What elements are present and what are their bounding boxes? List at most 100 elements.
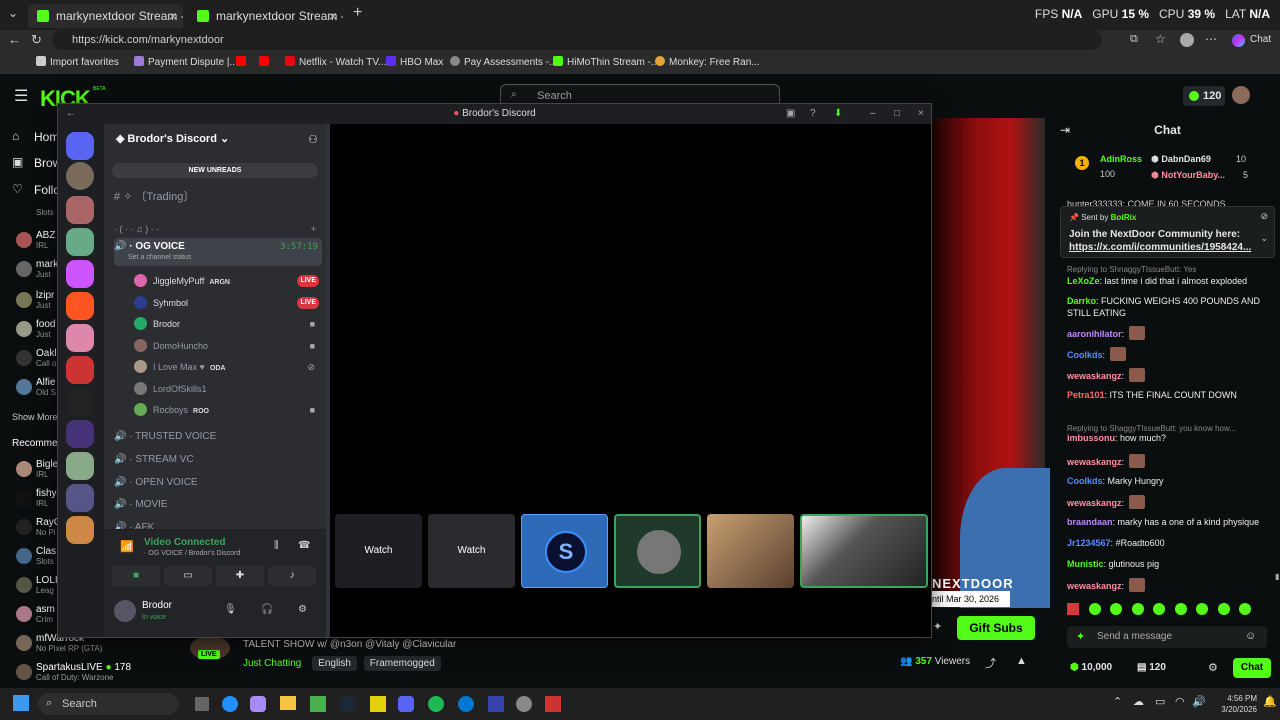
voice-member[interactable]: I Love Max ♥ ODA ⊘ bbox=[134, 358, 319, 376]
app-icon[interactable] bbox=[458, 696, 474, 712]
chat-username[interactable]: imbussonu bbox=[1067, 433, 1115, 443]
server-icon[interactable] bbox=[66, 260, 94, 288]
emote-icon[interactable] bbox=[1196, 603, 1209, 615]
add-channel-icon[interactable]: + bbox=[311, 220, 316, 238]
tag-chip[interactable]: Framemogged bbox=[363, 656, 441, 671]
gift-sparkle-icon[interactable]: ✦ bbox=[933, 620, 942, 633]
sidebar-channel[interactable]: Clas Slots bbox=[16, 546, 56, 566]
copilot-app-icon[interactable] bbox=[250, 696, 266, 712]
file-explorer-icon[interactable] bbox=[280, 696, 296, 710]
extensions-icon[interactable]: ⧉ bbox=[1130, 33, 1138, 46]
channel-status[interactable]: Set a channel status bbox=[128, 252, 191, 264]
download-icon[interactable]: ⬇ bbox=[834, 104, 842, 124]
chat-input[interactable]: Send a message bbox=[1067, 626, 1267, 648]
start-button[interactable] bbox=[13, 695, 29, 711]
leader-2[interactable]: ⬢ DabnDan69 10 bbox=[1151, 154, 1271, 165]
tray-chevron-icon[interactable]: ⌃ bbox=[1113, 695, 1122, 708]
server-icon[interactable] bbox=[66, 228, 94, 256]
server-icon[interactable] bbox=[66, 420, 94, 448]
direct-messages-icon[interactable] bbox=[66, 132, 94, 160]
noise-suppression-icon[interactable]: ⫼ bbox=[274, 540, 279, 551]
unpin-icon[interactable]: ⊘ bbox=[1260, 211, 1268, 222]
stream-video[interactable] bbox=[930, 118, 1050, 608]
discord-taskbar-icon[interactable] bbox=[398, 696, 414, 712]
server-icon[interactable] bbox=[66, 196, 94, 224]
emote-picker-icon[interactable]: ☺ bbox=[1245, 630, 1256, 642]
video-tile[interactable]: S bbox=[521, 514, 608, 588]
steam-icon[interactable] bbox=[340, 696, 356, 712]
sidebar-channel[interactable]: ABZ IRL bbox=[16, 230, 55, 250]
sidebar-channel[interactable]: mark Just bbox=[16, 259, 58, 279]
chat-username[interactable]: wewaskangz bbox=[1067, 457, 1122, 467]
wifi-icon[interactable]: ◠ bbox=[1175, 695, 1185, 708]
bookmark-monkey[interactable]: Monkey: Free Ran... bbox=[655, 56, 760, 70]
emote-icon[interactable] bbox=[1239, 603, 1252, 615]
back-icon[interactable]: ← bbox=[66, 104, 76, 124]
volume-icon[interactable]: 🔊 bbox=[1192, 695, 1206, 708]
emote-icon[interactable] bbox=[1131, 603, 1144, 615]
chat-username[interactable]: Coolkds bbox=[1067, 350, 1103, 360]
server-icon[interactable] bbox=[66, 292, 94, 320]
profile-avatar[interactable] bbox=[1180, 33, 1194, 47]
server-icon[interactable] bbox=[66, 516, 94, 544]
microphone-icon[interactable]: 🎙 bbox=[224, 604, 237, 615]
bookmark-payment-dispute[interactable]: Payment Dispute |... bbox=[134, 56, 238, 70]
emote-icon[interactable] bbox=[1153, 603, 1166, 615]
video-stage[interactable]: Watch Watch S bbox=[330, 124, 931, 637]
voice-member[interactable]: Syhmbol LIVE bbox=[134, 294, 319, 312]
chat-username[interactable]: aaronihilator bbox=[1067, 329, 1122, 339]
pinned-link[interactable]: https://x.com/i/communities/1958424... bbox=[1069, 242, 1251, 253]
send-chat-button[interactable]: Chat bbox=[1233, 658, 1271, 678]
url-bar[interactable]: https://kick.com/markynextdoor bbox=[52, 30, 1102, 50]
channel-stream-vc[interactable]: 🔊 · STREAM VC bbox=[114, 451, 320, 469]
voice-status[interactable]: Video Connected bbox=[144, 537, 226, 548]
chat-username[interactable]: braandaan bbox=[1067, 517, 1113, 527]
minimize-icon[interactable]: – bbox=[870, 104, 876, 124]
chat-scrollbar[interactable]: ▮ bbox=[1275, 572, 1279, 581]
channel-trading[interactable]: # ✧ 〔Trading〕 bbox=[114, 188, 320, 206]
mail-icon[interactable] bbox=[488, 696, 504, 712]
emote-icon[interactable] bbox=[1174, 603, 1187, 615]
sidebar-channel[interactable]: Slots bbox=[36, 208, 54, 217]
share-icon[interactable]: ⤴ bbox=[985, 655, 996, 671]
app-icon[interactable] bbox=[516, 696, 532, 712]
reload-icon[interactable]: ↻ bbox=[31, 32, 42, 48]
soundboard-button[interactable]: ♪ bbox=[268, 566, 316, 586]
bookmark-import-favorites[interactable]: Import favorites bbox=[36, 56, 119, 70]
new-unreads-banner[interactable]: NEW UNREADS bbox=[112, 163, 318, 178]
close-tab-icon[interactable]: × bbox=[169, 4, 177, 28]
chat-settings-icon[interactable]: ⚙ bbox=[1208, 661, 1218, 674]
chat-username[interactable]: LeXoZe bbox=[1067, 276, 1100, 286]
category-link[interactable]: Just Chatting bbox=[243, 658, 301, 669]
battery-icon[interactable]: ▭ bbox=[1155, 695, 1165, 708]
sidebar-channel[interactable]: fishy IRL bbox=[16, 488, 57, 508]
camera-button[interactable]: ■ bbox=[112, 566, 160, 586]
notes-icon[interactable] bbox=[370, 696, 386, 712]
tab-list-chevron-icon[interactable]: ⌄ bbox=[8, 6, 18, 20]
server-icon[interactable] bbox=[66, 452, 94, 480]
server-icon[interactable] bbox=[66, 356, 94, 384]
emote-bar[interactable] bbox=[1067, 603, 1272, 617]
channel-og-voice[interactable]: 🔊 · OG VOICE 3:57:19 Set a channel statu… bbox=[114, 238, 322, 266]
chat-username[interactable]: Munistic bbox=[1067, 559, 1104, 569]
sidebar-channel[interactable]: SpartakusLIVE ● 178 Call of Duty: Warzone bbox=[16, 662, 131, 682]
expand-chevron-icon[interactable]: ⌄ bbox=[1260, 233, 1268, 244]
maximize-icon[interactable]: □ bbox=[894, 104, 900, 124]
chat-username[interactable]: Darrko bbox=[1067, 296, 1096, 306]
bookmark-youtube-2[interactable] bbox=[259, 56, 273, 70]
voice-member[interactable]: JiggleMyPuff ARGN LIVE bbox=[134, 272, 319, 290]
new-tab-button[interactable]: + bbox=[353, 4, 362, 22]
store-icon[interactable] bbox=[310, 696, 326, 712]
server-icon[interactable] bbox=[66, 324, 94, 352]
add-friend-icon[interactable]: ⚇ bbox=[308, 133, 318, 146]
report-icon[interactable]: ▲ bbox=[1016, 655, 1027, 667]
sidebar-channel[interactable]: asm Crim bbox=[16, 604, 55, 624]
app-icon[interactable] bbox=[545, 696, 561, 712]
server-icon[interactable] bbox=[66, 388, 94, 416]
show-more-button[interactable]: Show More bbox=[12, 412, 58, 422]
sidebar-home[interactable]: ⌂ Hom bbox=[12, 129, 59, 144]
server-name[interactable]: ◈ Brodor's Discord ⌄ bbox=[116, 132, 229, 145]
points-badge[interactable]: 120 bbox=[1183, 86, 1225, 106]
channel-trusted-voice[interactable]: 🔊 · TRUSTED VOICE bbox=[114, 428, 320, 446]
tab-1[interactable]: markynextdoor Stream - Watch Li × bbox=[28, 4, 183, 28]
